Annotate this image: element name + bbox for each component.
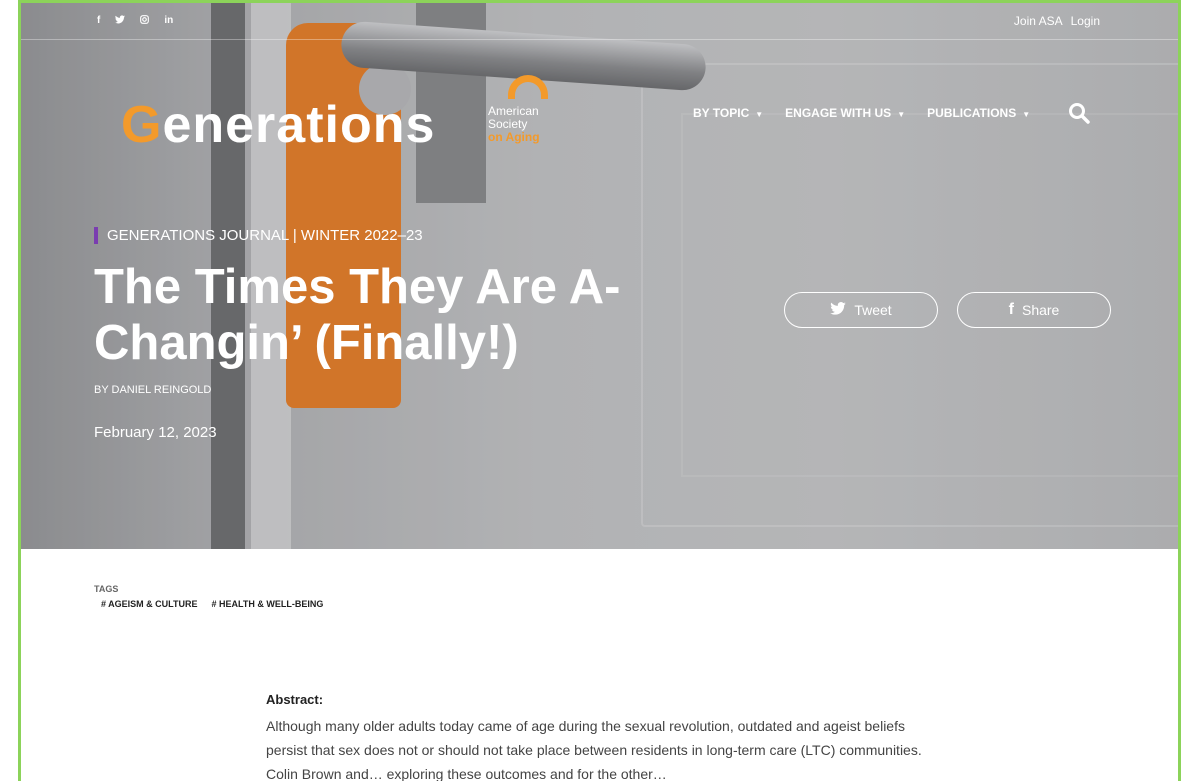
instagram-icon[interactable] [140, 15, 150, 27]
page-frame: f in Join ASA Login Generations American… [18, 0, 1181, 781]
top-bar: f in Join ASA Login [21, 3, 1178, 40]
join-asa-link[interactable]: Join ASA [1014, 14, 1063, 28]
search-icon[interactable] [1067, 101, 1091, 125]
tag-health-well-being[interactable]: # HEALTH & WELL-BEING [212, 599, 324, 609]
tag-list: # AGEISM & CULTURE # HEALTH & WELL-BEING [101, 599, 323, 609]
tweet-button[interactable]: Tweet [784, 292, 938, 328]
caret-down-icon: ▼ [755, 110, 764, 119]
logo-text: enerations [162, 96, 436, 154]
asa-line3: on Aging [488, 130, 540, 144]
tags-label: TAGS [94, 584, 119, 594]
asa-logo[interactable]: American Society on Aging [488, 75, 568, 155]
nav-label: PUBLICATIONS [927, 106, 1017, 120]
asa-arc-icon [508, 75, 548, 99]
nav-publications[interactable]: PUBLICATIONS ▼ [927, 106, 1030, 120]
abstract-heading: Abstract: [266, 692, 324, 707]
facebook-icon: f [1008, 301, 1014, 318]
twitter-icon[interactable] [115, 15, 126, 27]
abstract-text: Although many older adults today came of… [266, 718, 922, 781]
article-byline: BY DANIEL REINGOLD [94, 384, 212, 396]
generations-logo[interactable]: Generations [121, 95, 435, 155]
account-links: Join ASA Login [1014, 14, 1100, 28]
asa-text: American Society on Aging [488, 105, 540, 144]
share-button[interactable]: f Share [957, 292, 1111, 328]
twitter-icon [830, 302, 847, 318]
hero-banner: f in Join ASA Login Generations American… [21, 3, 1178, 549]
linkedin-icon[interactable]: in [164, 15, 173, 27]
login-link[interactable]: Login [1071, 14, 1100, 28]
tweet-label: Tweet [854, 302, 892, 318]
share-label: Share [1021, 302, 1060, 318]
facebook-icon[interactable]: f [97, 15, 100, 27]
nav-label: ENGAGE WITH US [785, 106, 892, 120]
article-kicker[interactable]: GENERATIONS JOURNAL | WINTER 2022–23 [94, 227, 423, 244]
nav-label: BY TOPIC [693, 106, 750, 120]
nav-by-topic[interactable]: BY TOPIC ▼ [693, 106, 763, 120]
article-title: The Times They Are A-Changin’ (Finally!) [94, 260, 621, 370]
main-nav: BY TOPIC ▼ ENGAGE WITH US ▼ PUBLICATIONS ▼ [693, 106, 1030, 120]
tag-ageism-culture[interactable]: # AGEISM & CULTURE [101, 599, 198, 609]
caret-down-icon: ▼ [1022, 110, 1031, 119]
article-date: February 12, 2023 [94, 424, 217, 441]
logo-initial: G [121, 96, 163, 154]
social-links: f in [97, 15, 173, 27]
nav-engage-with-us[interactable]: ENGAGE WITH US ▼ [785, 106, 905, 120]
caret-down-icon: ▼ [897, 110, 906, 119]
